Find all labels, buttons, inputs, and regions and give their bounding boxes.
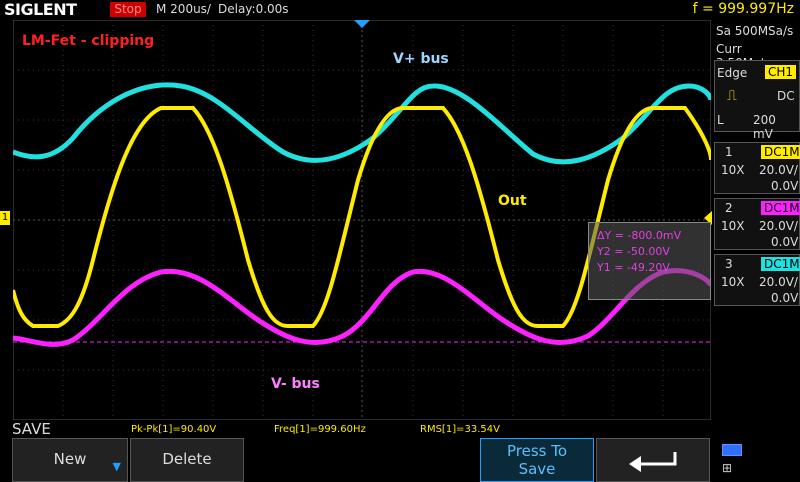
brand-logo: SIGLENT	[4, 0, 77, 19]
ch1-ground-marker[interactable]: 1	[0, 211, 10, 225]
channel-1-panel[interactable]: 1 DC1M 10X 20.0V/ 0.0V	[714, 142, 800, 194]
cursor-readout-box: ΔY = -800.0mV Y2 = -50.00V Y1 = -49.20V	[588, 222, 711, 300]
new-button-label: New	[53, 450, 87, 468]
channel-2-panel[interactable]: 2 DC1M 10X 20.0V/ 0.0V	[714, 198, 800, 250]
delete-button[interactable]: Delete	[130, 438, 244, 482]
measurement-rms: RMS[1]=33.54V	[420, 424, 500, 435]
right-info-panel: Sa 500MSa/s Curr 3.50Mpts Edge CH1 ⎍ DC …	[712, 20, 800, 420]
arrow-down-icon: ▼	[112, 460, 121, 473]
channel-1-number: 1	[725, 145, 733, 159]
trigger-level: 200 mV	[753, 113, 776, 141]
delete-button-label: Delete	[162, 450, 212, 468]
measurement-freq: Freq[1]=999.60Hz	[274, 424, 366, 435]
usb-icon	[722, 444, 742, 456]
vplus-annotation: V+ bus	[393, 51, 449, 67]
trigger-delay-readout[interactable]: Delay:0.00s	[218, 2, 289, 16]
return-arrow-icon	[629, 452, 677, 472]
new-button[interactable]: New ▼	[12, 438, 128, 482]
top-status-bar: SIGLENT Stop M 200us/ Delay:0.00s f = 99…	[0, 0, 800, 20]
trigger-source: CH1	[765, 65, 797, 79]
trigger-mode: Edge	[717, 66, 748, 80]
press-to-save-button[interactable]: Press To Save	[480, 438, 594, 482]
channel-3-number: 3	[725, 257, 733, 271]
channel-3-panel[interactable]: 3 DC1M 10X 20.0V/ 0.0V	[714, 254, 800, 306]
vminus-annotation: V- bus	[271, 376, 320, 392]
press-to-save-label: Press To Save	[506, 442, 568, 478]
title-annotation: LM-Fet - clipping	[22, 33, 155, 49]
channel-2-coupling: DC1M	[761, 201, 800, 215]
return-button[interactable]	[596, 438, 710, 482]
run-stop-status[interactable]: Stop	[110, 2, 146, 17]
menu-title: SAVE	[12, 420, 51, 438]
channel-3-scale: 20.0V/	[759, 275, 798, 289]
trigger-level-label: L	[717, 113, 724, 127]
channel-3-offset: 0.0V	[771, 291, 799, 305]
cursor-delta-y: ΔY = -800.0mV	[597, 229, 682, 242]
trigger-coupling: DC	[777, 89, 795, 103]
network-icon: ⊞	[722, 461, 733, 475]
channel-1-offset: 0.0V	[771, 179, 799, 193]
out-annotation: Out	[498, 193, 527, 209]
timebase-readout[interactable]: M 200us/	[156, 2, 211, 16]
trigger-panel[interactable]: Edge CH1 ⎍ DC L 200 mV	[714, 60, 800, 141]
channel-2-probe: 10X	[721, 219, 745, 233]
waveform-display[interactable]	[13, 20, 711, 420]
edge-rising-icon: ⎍	[727, 88, 737, 104]
cursor-y2: Y2 = -50.00V	[597, 245, 670, 258]
channel-1-scale: 20.0V/	[759, 163, 798, 177]
cursor-y1: Y1 = -49.20V	[597, 261, 670, 274]
channel-2-number: 2	[725, 201, 733, 215]
measurement-pkpk: Pk-Pk[1]=90.40V	[131, 424, 217, 435]
frequency-counter: f = 999.997Hz	[692, 1, 794, 17]
sample-rate: Sa 500MSa/s	[716, 24, 794, 38]
channel-2-scale: 20.0V/	[759, 219, 798, 233]
channel-1-probe: 10X	[721, 163, 745, 177]
channel-3-probe: 10X	[721, 275, 745, 289]
channel-2-offset: 0.0V	[771, 235, 799, 249]
channel-3-coupling: DC1M	[761, 257, 800, 271]
channel-1-coupling: DC1M	[761, 145, 800, 159]
